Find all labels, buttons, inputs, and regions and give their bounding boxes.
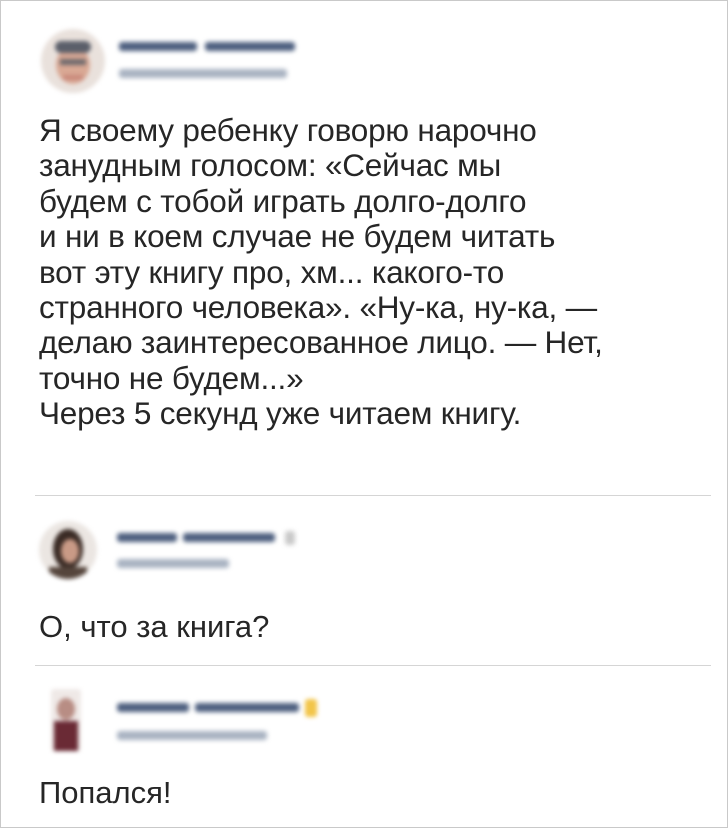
comment-author-name[interactable] bbox=[117, 703, 189, 712]
post-text-line: вот эту книгу про, хм... какого-то bbox=[39, 253, 505, 290]
badge-icon bbox=[305, 699, 317, 717]
comment-author-avatar[interactable] bbox=[39, 521, 97, 579]
post-text-line: точно не будем...» bbox=[39, 359, 304, 396]
post-text-line: странного человека». «Ну-ка, ну-ка, — bbox=[39, 289, 597, 326]
post-text-line: занудным голосом: «Сейчас мы bbox=[39, 147, 502, 184]
post-header bbox=[41, 29, 681, 99]
screenshot-frame: Я своему ребенку говорю нарочно занудным… bbox=[0, 0, 728, 828]
comment: О, что за книга? bbox=[39, 521, 699, 651]
post-text-line: делаю заинтересованное лицо. — Нет, bbox=[39, 324, 603, 361]
comment-author-surname[interactable] bbox=[195, 703, 299, 712]
post-author-surname[interactable] bbox=[205, 42, 295, 51]
post-text-line: Я своему ребенку говорю нарочно bbox=[39, 112, 537, 148]
post-author-name[interactable] bbox=[119, 42, 197, 51]
comment-meta[interactable] bbox=[117, 559, 229, 568]
post-text-line: и ни в коем случае не будем читать bbox=[39, 218, 556, 255]
divider bbox=[35, 665, 711, 666]
comment-author-surname[interactable] bbox=[183, 533, 275, 542]
post-text: Я своему ребенку говорю нарочно занудным… bbox=[39, 112, 699, 432]
comment: Попался! bbox=[39, 689, 699, 819]
post-author-avatar[interactable] bbox=[41, 29, 105, 93]
comment-author-badge bbox=[285, 531, 295, 545]
divider bbox=[35, 495, 711, 496]
comment-author-avatar[interactable] bbox=[51, 689, 81, 751]
post-text-line: будем с тобой играть долго-долго bbox=[39, 182, 527, 219]
comment-text: О, что за книга? bbox=[39, 609, 270, 644]
comment-author-name[interactable] bbox=[117, 533, 177, 542]
post-text-line: Через 5 секунд уже читаем книгу. bbox=[39, 395, 522, 432]
comment-meta[interactable] bbox=[117, 731, 267, 740]
comment-text: Попался! bbox=[39, 775, 172, 810]
post-meta[interactable] bbox=[119, 69, 287, 78]
